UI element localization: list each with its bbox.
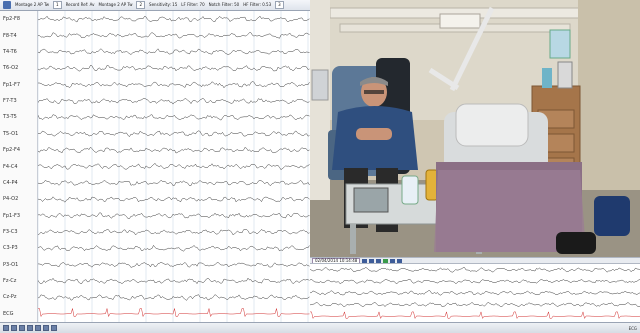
lower-trace-t6-o2 xyxy=(309,267,640,273)
eeg-trace-f4-c4 xyxy=(38,162,310,171)
nav-prev-button[interactable] xyxy=(11,325,17,331)
channel-label: C4-P4 xyxy=(3,179,18,186)
eeg-trace-fp2-f8 xyxy=(38,15,310,23)
eeg-trace-t5-o1 xyxy=(38,130,310,137)
eeg-trace-p4-o2 xyxy=(38,196,310,203)
lower-trace-fp1-f7 xyxy=(309,278,640,285)
video-snapshot-button[interactable] xyxy=(397,258,403,263)
eeg-trace-c3-p3 xyxy=(38,244,310,252)
channel-label: T3-T5 xyxy=(3,114,17,121)
status-text: ECG xyxy=(628,325,637,331)
channel-label: F8-T4 xyxy=(3,32,17,39)
video-frame xyxy=(310,0,640,257)
toolbar-record-ref[interactable]: Record Ref: Av xyxy=(66,1,95,9)
nav-next-button[interactable] xyxy=(27,325,33,331)
channel-label: P3-O1 xyxy=(3,261,19,268)
video-zoom-button[interactable] xyxy=(390,258,396,263)
eeg-trace-panel[interactable] xyxy=(38,11,310,322)
eeg-trace-t3-t5 xyxy=(38,114,310,121)
channel-label: T4-T6 xyxy=(3,48,17,55)
eeg-trace-fp1-f3 xyxy=(38,212,310,219)
eeg-trace-cz-pz xyxy=(38,294,310,301)
video-pause-button[interactable] xyxy=(376,258,382,263)
app-menu-icon[interactable] xyxy=(3,1,11,9)
nav-zoom-button[interactable] xyxy=(51,325,57,331)
lower-trace-ecg xyxy=(310,310,640,320)
video-timestamp: 02/04/2014 10:14:48 xyxy=(312,258,361,263)
eeg-lower-traces[interactable] xyxy=(309,264,640,322)
toolbar-notch-filter[interactable]: Notch Filter: 50 xyxy=(209,1,240,9)
eeg-trace-f3-c3 xyxy=(38,229,310,236)
eeg-traces xyxy=(38,11,310,322)
channel-label: Fp2-F8 xyxy=(3,16,21,23)
channel-label: P4-O2 xyxy=(3,196,19,203)
toolbar-hf-filter[interactable]: HF Filter: 0.53 xyxy=(243,1,271,9)
eeg-trace-ecg xyxy=(38,308,310,318)
toolbar-montage[interactable]: Montage 2 AP Tw xyxy=(15,1,49,9)
eeg-lower-trace-svg xyxy=(309,267,640,320)
toolbar-lf-filter[interactable]: LF Filter: 70 xyxy=(181,1,204,9)
eeg-trace-fz-cz xyxy=(38,277,310,285)
eeg-toolbar: Montage 2 AP Tw 1 Record Ref: Av Montage… xyxy=(0,0,310,11)
toolbar-montage-select[interactable]: Montage 2 AP Tw xyxy=(98,1,132,9)
eeg-trace-t6-o2 xyxy=(38,64,310,72)
video-control-bar: 02/04/2014 10:14:48 xyxy=(310,257,640,264)
eeg-trace-f8-t4 xyxy=(38,32,310,39)
lower-trace-fp2-f4 xyxy=(309,301,640,308)
nav-last-button[interactable] xyxy=(35,325,41,331)
eeg-trace-fp1-f7 xyxy=(38,81,310,89)
video-forward-button[interactable] xyxy=(383,258,389,263)
lower-trace-t5-o1 xyxy=(309,290,640,296)
video-panel[interactable] xyxy=(310,0,640,257)
channel-label: Fp2-F4 xyxy=(3,147,21,154)
eeg-trace-fp2-f4 xyxy=(38,146,310,154)
toolbar-field-2[interactable]: 2 xyxy=(136,1,146,9)
eeg-trace-f7-t3 xyxy=(38,97,310,105)
nav-play-button[interactable] xyxy=(19,325,25,331)
nav-marker-button[interactable] xyxy=(43,325,49,331)
channel-label: T6-O2 xyxy=(3,65,19,72)
eeg-trace-t4-t6 xyxy=(38,48,310,55)
channel-label: Fp1-F3 xyxy=(3,212,21,219)
channel-label: F3-C3 xyxy=(3,228,18,235)
nav-first-button[interactable] xyxy=(3,325,9,331)
channel-label: Fz-Cz xyxy=(3,278,17,285)
video-rewind-button[interactable] xyxy=(362,258,368,263)
channel-label: F4-C4 xyxy=(3,163,18,170)
eeg-trace-c4-p4 xyxy=(38,179,310,186)
channel-label: F7-T3 xyxy=(3,98,17,105)
eeg-trace-p3-o1 xyxy=(38,261,310,268)
toolbar-field-3[interactable]: 3 xyxy=(275,1,284,9)
channel-label: Cz-Pz xyxy=(3,294,17,301)
channel-label: Fp1-F7 xyxy=(3,81,21,88)
toolbar-sensitivity[interactable]: Sensitivity: 15 xyxy=(149,1,177,9)
toolbar-field-1[interactable]: 1 xyxy=(53,1,62,9)
channel-label: T5-O1 xyxy=(3,130,19,137)
video-play-button[interactable] xyxy=(369,258,375,263)
channel-label: C3-P3 xyxy=(3,245,18,252)
status-bar: ECG xyxy=(0,322,640,333)
channel-label: ECG xyxy=(3,310,14,317)
channel-label-column: Fp2-F8 F8-T4 T4-T6 T6-O2 Fp1-F7 F7-T3 T3-T5 T5-… xyxy=(0,11,38,322)
